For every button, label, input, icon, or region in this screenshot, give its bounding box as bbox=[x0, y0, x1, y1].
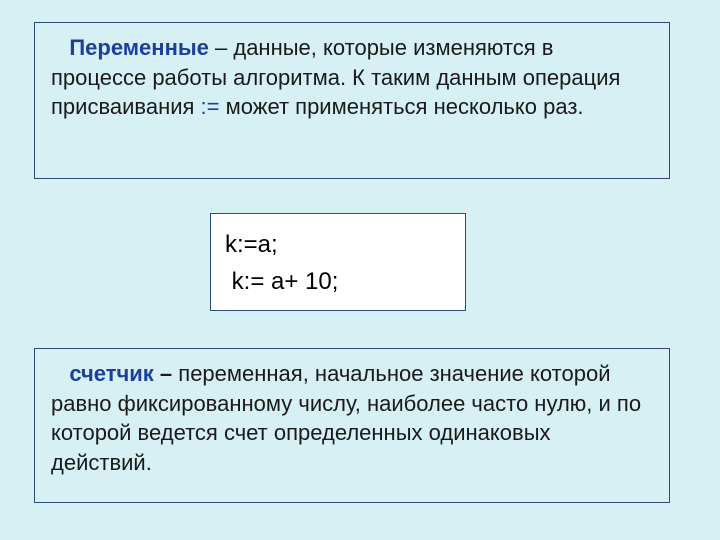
code-line-1: k:=a; bbox=[225, 231, 278, 258]
assign-operator: := bbox=[201, 94, 220, 119]
counter-paragraph: счетчик – переменная, начальное значение… bbox=[35, 349, 669, 490]
counter-sep: – bbox=[154, 361, 178, 386]
code-example-box: k:=a; k:= a+ 10; bbox=[210, 213, 466, 311]
variables-definition-box: Переменные – данные, которые изменяются … bbox=[34, 22, 670, 179]
counter-definition-box: счетчик – переменная, начальное значение… bbox=[34, 348, 670, 503]
variables-sep: – bbox=[209, 35, 233, 60]
counter-term: счетчик bbox=[69, 361, 153, 386]
variables-term: Переменные bbox=[69, 35, 209, 60]
code-line-2: k:= a+ 10; bbox=[225, 268, 338, 295]
variables-text-2: может применяться несколько раз. bbox=[220, 94, 584, 119]
variables-paragraph: Переменные – данные, которые изменяются … bbox=[35, 23, 669, 134]
code-block: k:=a; k:= a+ 10; bbox=[211, 214, 465, 308]
